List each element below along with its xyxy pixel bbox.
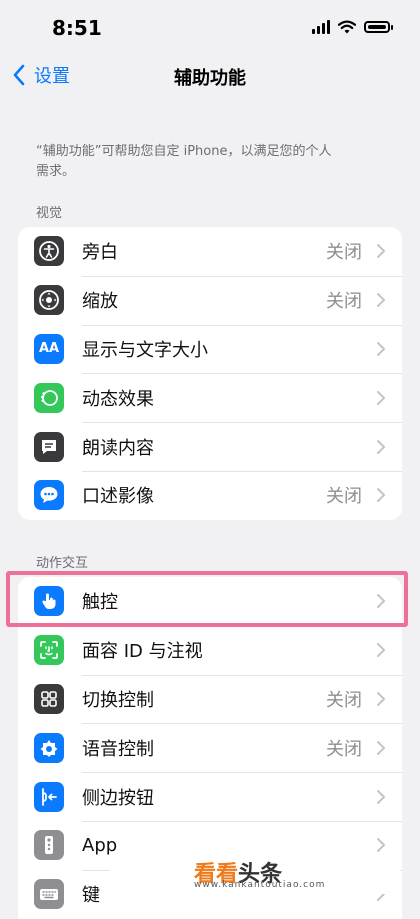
row-value: 关闭 xyxy=(326,242,362,264)
face-id-icon xyxy=(34,635,64,666)
text-size-icon: AA xyxy=(34,333,64,364)
chevron-right-icon xyxy=(377,293,385,308)
row-label: 缩放 xyxy=(82,291,118,313)
section-header-vision: 视觉 xyxy=(36,206,63,221)
row-spoken-content[interactable]: 朗读内容 xyxy=(18,422,402,471)
row-value: 关闭 xyxy=(326,486,362,508)
section-header-physical-motor: 动作交互 xyxy=(36,556,89,571)
row-label: 口述影像 xyxy=(82,486,154,508)
cellular-signal-icon xyxy=(312,20,330,34)
chevron-right-icon xyxy=(377,390,385,405)
row-label: 语音控制 xyxy=(82,738,154,760)
row-value: 关闭 xyxy=(326,291,362,313)
row-label: 旁白 xyxy=(82,242,118,264)
row-switch-control[interactable]: 切换控制 关闭 xyxy=(18,674,402,724)
chevron-right-icon xyxy=(377,439,385,454)
spoken-content-icon xyxy=(34,431,64,462)
watermark-url: www.kankantoutiao.com xyxy=(194,880,326,890)
watermark: 看看头条 www.kankantoutiao.com xyxy=(110,852,400,894)
battery-icon xyxy=(364,21,393,33)
row-label: 显示与文字大小 xyxy=(82,339,208,361)
navigation-bar: 设置 辅助功能 xyxy=(0,56,420,96)
row-value: 关闭 xyxy=(326,738,362,760)
row-label: 朗读内容 xyxy=(82,437,154,459)
wifi-icon xyxy=(338,20,356,34)
voice-control-icon xyxy=(34,732,64,763)
chevron-right-icon xyxy=(377,341,385,356)
side-button-icon xyxy=(34,781,64,812)
chevron-right-icon xyxy=(377,691,385,706)
chevron-right-icon xyxy=(377,789,385,804)
zoom-icon xyxy=(34,285,64,316)
audio-description-icon xyxy=(34,480,64,511)
row-face-id-attention[interactable]: 面容 ID 与注视 xyxy=(18,625,402,675)
chevron-right-icon xyxy=(377,740,385,755)
page-description: “辅助功能”可帮助您自定 iPhone，以满足您的个人需求。 xyxy=(36,144,332,179)
chevron-right-icon xyxy=(377,244,385,259)
apple-tv-remote-icon xyxy=(34,830,64,861)
row-label: 侧边按钮 xyxy=(82,787,154,809)
row-motion[interactable]: 动态效果 xyxy=(18,373,402,422)
status-time: 8:51 xyxy=(52,16,102,40)
switch-control-icon xyxy=(34,683,64,714)
row-value: 关闭 xyxy=(326,689,362,711)
vision-settings-group: 旁白 关闭 缩放 关闭 AA 显示与文字大小 动态效果 朗读内容 口述影像 关闭 xyxy=(18,227,402,520)
row-display-text-size[interactable]: AA 显示与文字大小 xyxy=(18,324,402,374)
status-bar: 8:51 xyxy=(0,0,420,56)
status-icons xyxy=(312,20,393,34)
page-title: 辅助功能 xyxy=(174,68,246,89)
row-audio-descriptions[interactable]: 口述影像 关闭 xyxy=(18,470,402,520)
row-voice-control[interactable]: 语音控制 关闭 xyxy=(18,723,402,772)
motion-icon xyxy=(34,382,64,413)
row-label: 键 xyxy=(82,885,100,907)
touch-row-highlight xyxy=(6,571,408,627)
keyboard-icon xyxy=(34,879,64,910)
row-zoom[interactable]: 缩放 关闭 xyxy=(18,275,402,325)
chevron-right-icon xyxy=(377,488,385,503)
voiceover-icon xyxy=(34,236,64,267)
chevron-right-icon xyxy=(377,838,385,853)
chevron-right-icon xyxy=(377,643,385,658)
row-label: 切换控制 xyxy=(82,689,154,711)
row-voiceover[interactable]: 旁白 关闭 xyxy=(18,227,402,276)
row-label: 动态效果 xyxy=(82,388,154,410)
row-label: 面容 ID 与注视 xyxy=(82,641,203,663)
row-side-button[interactable]: 侧边按钮 xyxy=(18,772,402,821)
